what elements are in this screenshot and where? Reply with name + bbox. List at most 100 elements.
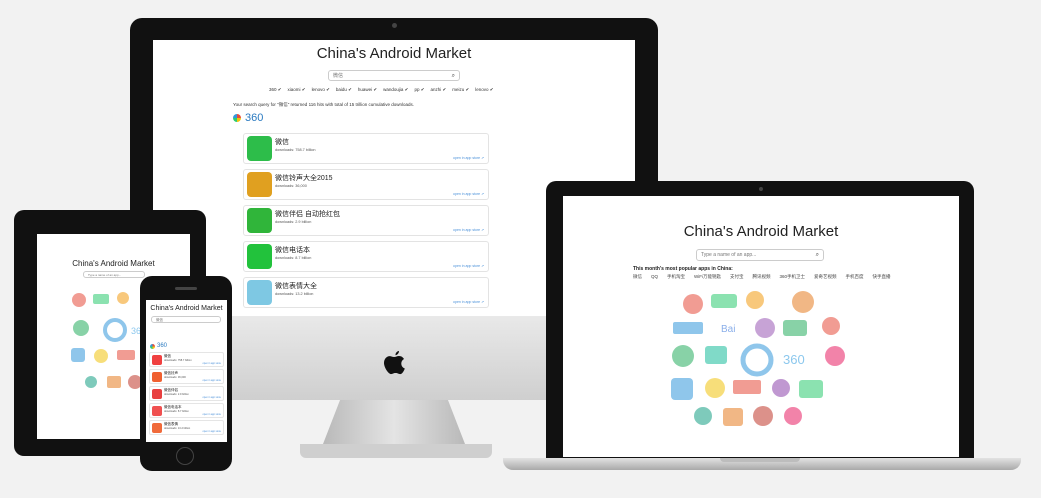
store-filter-chip[interactable]: xiaomi ✔ — [288, 87, 306, 93]
app-list-item[interactable]: 微信 downloads: 758.7 billion open in app st… — [243, 133, 489, 164]
app-logo-icon[interactable] — [705, 346, 727, 364]
app-list-item[interactable]: 微信铃声 downloads: 36,000 open in app store — [149, 369, 224, 384]
app-logo-icon[interactable] — [94, 349, 108, 363]
store-filter-chip[interactable]: lenovo ✔ — [312, 87, 330, 93]
app-name: 微信铃声大全2015 — [275, 175, 333, 182]
phone-home-button[interactable] — [176, 447, 194, 465]
app-logo-icon[interactable] — [705, 378, 725, 398]
app-logo-icon[interactable] — [673, 322, 703, 334]
app-logo-icon[interactable] — [117, 350, 135, 360]
page-title: China's Android Market — [72, 259, 155, 268]
app-list-item[interactable]: 微信电话本 downloads: 8.7 billion open in app s… — [149, 403, 224, 418]
popular-app-link[interactable]: 支付宝 — [730, 274, 744, 280]
app-name: 微信 — [275, 139, 289, 146]
store-filter-chip[interactable]: lenovo ✔ — [475, 87, 493, 93]
open-in-store-link[interactable]: open in app store ↗ — [453, 228, 484, 232]
popular-app-link[interactable]: 快手直播 — [873, 274, 891, 280]
app-logo-icon[interactable] — [723, 408, 743, 426]
store-filter-bar: 360 ✔ xiaomi ✔ lenovo ✔ baidu ✔ huawei ✔ wand… — [269, 87, 494, 93]
open-in-store-link[interactable]: open in app store ↗ — [453, 300, 484, 304]
app-downloads: downloads: 758.7 billion — [164, 359, 192, 362]
search-icon[interactable]: ⌕ — [452, 71, 455, 81]
app-icon — [152, 406, 162, 416]
app-logo-icon[interactable] — [71, 348, 85, 362]
search-input[interactable]: Type a name of an app... — [83, 271, 145, 278]
app-icon — [247, 136, 272, 161]
app-logo-icon[interactable] — [672, 345, 694, 367]
phone-speaker — [175, 287, 197, 290]
app-logo-icon[interactable] — [799, 380, 823, 398]
open-in-store-link[interactable]: open in app store — [203, 379, 221, 382]
popular-app-link[interactable]: 手机淘宝 — [667, 274, 685, 280]
open-in-store-link[interactable]: open in app store ↗ — [453, 192, 484, 196]
app-logo-icon[interactable] — [694, 407, 712, 425]
store-filter-chip[interactable]: meizu ✔ — [452, 87, 469, 93]
app-logo-icon[interactable] — [784, 407, 802, 425]
store-filter-chip[interactable]: baidu ✔ — [336, 87, 352, 93]
open-in-store-link[interactable]: open in app store ↗ — [453, 156, 484, 160]
app-logo-icon[interactable] — [683, 294, 703, 314]
search-input[interactable]: 微信 ⌕ — [328, 70, 460, 81]
app-logo-icon[interactable] — [825, 346, 845, 366]
app-logo-icon[interactable] — [93, 294, 109, 304]
search-placeholder: Type a name of an app... — [701, 252, 757, 258]
app-logo-icon[interactable] — [103, 318, 127, 342]
app-logo-cloud: Bai 360 — [671, 291, 845, 426]
store-filter-chip[interactable]: wandoujia ✔ — [383, 87, 408, 93]
apple-logo-icon — [380, 348, 408, 380]
search-summary: Your search query for "微信" returned 116 … — [233, 102, 415, 107]
popular-app-link[interactable]: 爱奇艺视频 — [814, 274, 837, 280]
popular-app-link[interactable]: 手机百度 — [846, 274, 864, 280]
app-logo-icon[interactable] — [772, 379, 790, 397]
app-logo-icon[interactable] — [117, 292, 129, 304]
popular-app-link[interactable]: 360手机卫士 — [780, 274, 806, 280]
open-in-store-link[interactable]: open in app store — [203, 430, 221, 433]
popular-apps-label: This month's most popular apps in China: — [633, 266, 733, 272]
popular-app-link[interactable]: WiFi万能钥匙 — [694, 274, 721, 280]
app-logo-icon[interactable] — [72, 293, 86, 307]
app-list-item[interactable]: 微信 downloads: 758.7 billion open in app st… — [149, 352, 224, 367]
open-in-store-link[interactable]: open in app store — [203, 362, 221, 365]
app-icon — [247, 208, 272, 233]
app-logo-icon[interactable] — [733, 380, 761, 394]
open-in-store-link[interactable]: open in app store — [203, 413, 221, 416]
app-logo-icon[interactable] — [85, 376, 97, 388]
popular-apps-list: 微信 QQ 手机淘宝 WiFi万能钥匙 支付宝 腾讯视频 360手机卫士 爱奇艺视频 手机百度 快… — [633, 274, 891, 280]
app-logo-icon[interactable] — [671, 378, 693, 400]
popular-app-link[interactable]: 腾讯视频 — [753, 274, 771, 280]
search-input[interactable]: Type a name of an app... ⌕ — [696, 249, 824, 261]
app-logo-icon[interactable] — [73, 320, 89, 336]
app-logo-icon[interactable] — [107, 376, 121, 388]
app-logo-icon[interactable] — [753, 406, 773, 426]
app-list-item[interactable]: 微信伴侣 downloads: 2.9 billion open in app st… — [149, 386, 224, 401]
popular-app-link[interactable]: QQ — [651, 274, 658, 280]
open-in-store-link[interactable]: open in app store — [203, 396, 221, 399]
store-filter-chip[interactable]: pp ✔ — [414, 87, 424, 93]
app-list-item[interactable]: 微信表情 downloads: 13.2 billion open in app s… — [149, 420, 224, 435]
app-logo-icon[interactable] — [740, 343, 774, 377]
app-logo-icon[interactable]: Bai — [721, 324, 735, 335]
search-icon[interactable]: ⌕ — [816, 250, 819, 261]
page-title: China's Android Market — [683, 223, 839, 240]
app-logo-icon[interactable] — [746, 291, 764, 309]
app-list-item[interactable]: 微信表情大全 downloads: 13.2 billion open in app… — [243, 277, 489, 308]
store-filter-chip[interactable]: huawei ✔ — [358, 87, 377, 93]
store-filter-chip[interactable]: 360 ✔ — [269, 87, 282, 93]
app-logo-icon[interactable] — [783, 320, 807, 336]
store-logo-icon — [233, 114, 241, 122]
app-downloads: downloads: 8.7 billion — [275, 256, 312, 260]
open-in-store-link[interactable]: open in app store ↗ — [453, 264, 484, 268]
app-logo-icon[interactable] — [755, 318, 775, 338]
popular-app-link[interactable]: 微信 — [633, 274, 642, 280]
app-logo-icon[interactable]: 360 — [783, 352, 805, 367]
app-icon — [152, 355, 162, 365]
app-logo-icon[interactable] — [822, 317, 840, 335]
search-input[interactable]: 微信 — [151, 316, 221, 323]
app-list-item[interactable]: 微信伴侣 自动抢红包 downloads: 2.9 billion open in … — [243, 205, 489, 236]
app-logo-icon[interactable] — [792, 291, 814, 313]
app-logo-icon[interactable] — [711, 294, 737, 308]
app-list-item[interactable]: 微信铃声大全2015 downloads: 36,000 open in app s… — [243, 169, 489, 200]
store-filter-chip[interactable]: anzhi ✔ — [430, 87, 446, 93]
app-icon — [247, 172, 272, 197]
app-list-item[interactable]: 微信电话本 downloads: 8.7 billion open in app s… — [243, 241, 489, 272]
